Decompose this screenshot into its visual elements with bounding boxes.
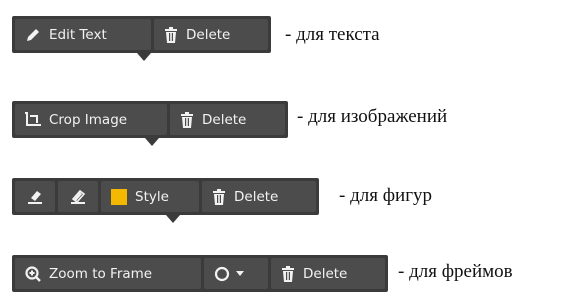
delete-button[interactable]: Delete <box>271 258 385 289</box>
delete-label: Delete <box>202 111 247 128</box>
frame-shape-dropdown[interactable] <box>204 258 268 289</box>
delete-label: Delete <box>303 265 348 282</box>
trash-icon <box>180 111 194 128</box>
text-toolbar: Edit Text Delete <box>12 16 271 53</box>
toolbar-pointer <box>145 138 159 146</box>
zoom-icon <box>25 265 41 282</box>
crop-image-button[interactable]: Crop Image <box>15 104 167 135</box>
delete-label: Delete <box>186 26 231 43</box>
text-description: - для текста <box>285 24 380 45</box>
fill-icon <box>27 189 43 205</box>
zoom-to-frame-button[interactable]: Zoom to Frame <box>15 258 201 289</box>
zoom-to-frame-label: Zoom to Frame <box>49 265 153 282</box>
stroke-icon <box>70 189 86 205</box>
style-label: Style <box>135 188 169 205</box>
fill-button[interactable] <box>15 181 55 212</box>
toolbar-pointer <box>137 53 151 61</box>
edit-text-button[interactable]: Edit Text <box>15 19 151 50</box>
delete-button[interactable]: Delete <box>202 181 316 212</box>
delete-button[interactable]: Delete <box>154 19 268 50</box>
chevron-down-icon <box>236 270 244 277</box>
frame-description: - для фреймов <box>398 261 513 282</box>
crop-image-label: Crop Image <box>49 111 128 128</box>
shape-description: - для фигур <box>339 185 432 206</box>
color-swatch <box>111 188 127 205</box>
crop-icon <box>25 111 41 128</box>
pencil-icon <box>25 27 41 43</box>
style-button[interactable]: Style <box>101 181 199 212</box>
image-description: - для изображений <box>297 106 448 127</box>
circle-icon <box>214 266 230 282</box>
delete-label: Delete <box>234 188 279 205</box>
edit-text-label: Edit Text <box>49 26 107 43</box>
toolbar-pointer <box>166 215 180 223</box>
trash-icon <box>281 265 295 282</box>
trash-icon <box>164 26 178 43</box>
delete-button[interactable]: Delete <box>170 104 285 135</box>
trash-icon <box>212 188 226 205</box>
stroke-button[interactable] <box>58 181 98 212</box>
image-toolbar: Crop Image Delete <box>12 101 288 138</box>
shape-toolbar: Style Delete <box>12 178 319 215</box>
frame-toolbar: Zoom to Frame Delete <box>12 255 388 292</box>
